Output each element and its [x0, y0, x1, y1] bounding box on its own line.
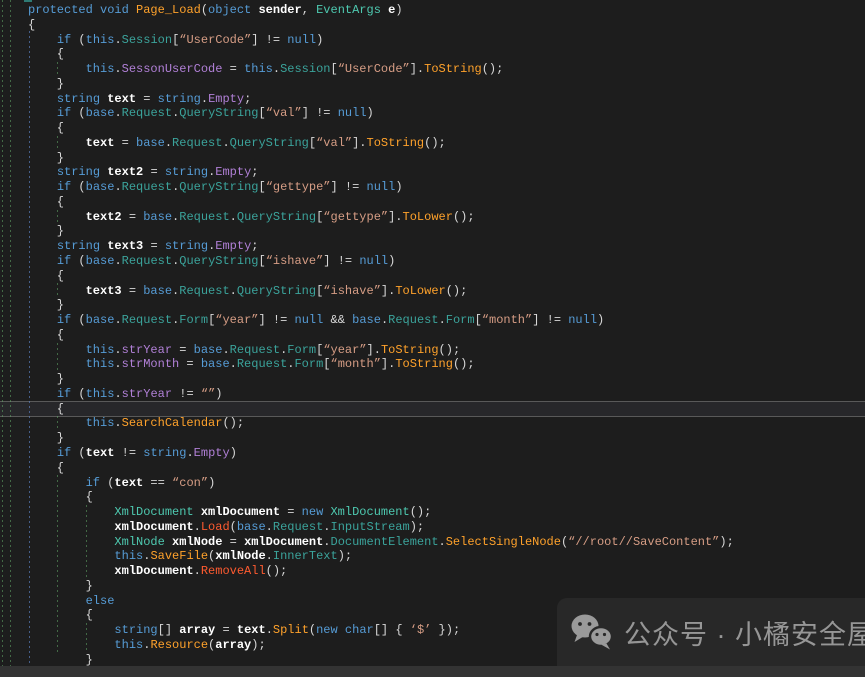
code-line-20[interactable]: text3 = base.Request.QueryString[“ishave…	[28, 284, 734, 299]
code-line-18[interactable]: if (base.Request.QueryString[“ishave”] !…	[28, 254, 734, 269]
code-line-10[interactable]: text = base.Request.QueryString[“val”].T…	[28, 136, 734, 151]
code-line-32[interactable]: {	[28, 461, 734, 476]
code-line-37[interactable]: XmlNode xmlNode = xmlDocument.DocumentEl…	[28, 535, 734, 550]
horizontal-scrollbar[interactable]	[0, 666, 865, 677]
code-editor: protected void Page_Load(object sender, …	[0, 0, 865, 677]
code-line-12[interactable]: string text2 = string.Empty;	[28, 165, 734, 180]
code-line-5[interactable]: this.SessonUserCode = this.Session[“User…	[28, 62, 734, 77]
code-line-33[interactable]: if (text == “con”)	[28, 476, 734, 491]
wechat-icon	[570, 613, 614, 651]
code-line-31[interactable]: if (text != string.Empty)	[28, 446, 734, 461]
code-line-28[interactable]: {	[28, 402, 734, 417]
code-line-27[interactable]: if (this.strYear != “”)	[28, 387, 734, 402]
code-line-21[interactable]: }	[28, 298, 734, 313]
code-line-40[interactable]: }	[28, 579, 734, 594]
code-line-29[interactable]: this.SearchCalendar();	[28, 416, 734, 431]
code-line-15[interactable]: text2 = base.Request.QueryString[“gettyp…	[28, 210, 734, 225]
indent-guide	[2, 0, 3, 677]
indent-guide	[10, 0, 11, 677]
code-line-23[interactable]: {	[28, 328, 734, 343]
code-line-4[interactable]: {	[28, 47, 734, 62]
clipped-line-fragment	[24, 0, 32, 2]
code-line-34[interactable]: {	[28, 490, 734, 505]
code-line-3[interactable]: if (this.Session[“UserCode”] != null)	[28, 33, 734, 48]
code-line-14[interactable]: {	[28, 195, 734, 210]
code-line-17[interactable]: string text3 = string.Empty;	[28, 239, 734, 254]
code-line-1[interactable]: protected void Page_Load(object sender, …	[28, 3, 734, 18]
code-area[interactable]: protected void Page_Load(object sender, …	[28, 3, 734, 667]
code-line-13[interactable]: if (base.Request.QueryString[“gettype”] …	[28, 180, 734, 195]
code-line-11[interactable]: }	[28, 151, 734, 166]
code-line-9[interactable]: {	[28, 121, 734, 136]
code-line-36[interactable]: xmlDocument.Load(base.Request.InputStrea…	[28, 520, 734, 535]
code-line-39[interactable]: xmlDocument.RemoveAll();	[28, 564, 734, 579]
code-line-24[interactable]: this.strYear = base.Request.Form[“year”]…	[28, 343, 734, 358]
code-line-30[interactable]: }	[28, 431, 734, 446]
code-line-38[interactable]: this.SaveFile(xmlNode.InnerText);	[28, 549, 734, 564]
code-line-26[interactable]: }	[28, 372, 734, 387]
code-line-16[interactable]: }	[28, 224, 734, 239]
code-line-25[interactable]: this.strMonth = base.Request.Form[“month…	[28, 357, 734, 372]
code-line-35[interactable]: XmlDocument xmlDocument = new XmlDocumen…	[28, 505, 734, 520]
code-line-2[interactable]: {	[28, 18, 734, 33]
code-line-7[interactable]: string text = string.Empty;	[28, 92, 734, 107]
code-line-22[interactable]: if (base.Request.Form[“year”] != null &&…	[28, 313, 734, 328]
watermark-text: 公众号 · 小橘安全屋	[624, 613, 865, 652]
code-line-19[interactable]: {	[28, 269, 734, 284]
code-line-8[interactable]: if (base.Request.QueryString[“val”] != n…	[28, 106, 734, 121]
watermark-badge: 公众号 · 小橘安全屋	[557, 598, 865, 666]
code-line-6[interactable]: }	[28, 77, 734, 92]
